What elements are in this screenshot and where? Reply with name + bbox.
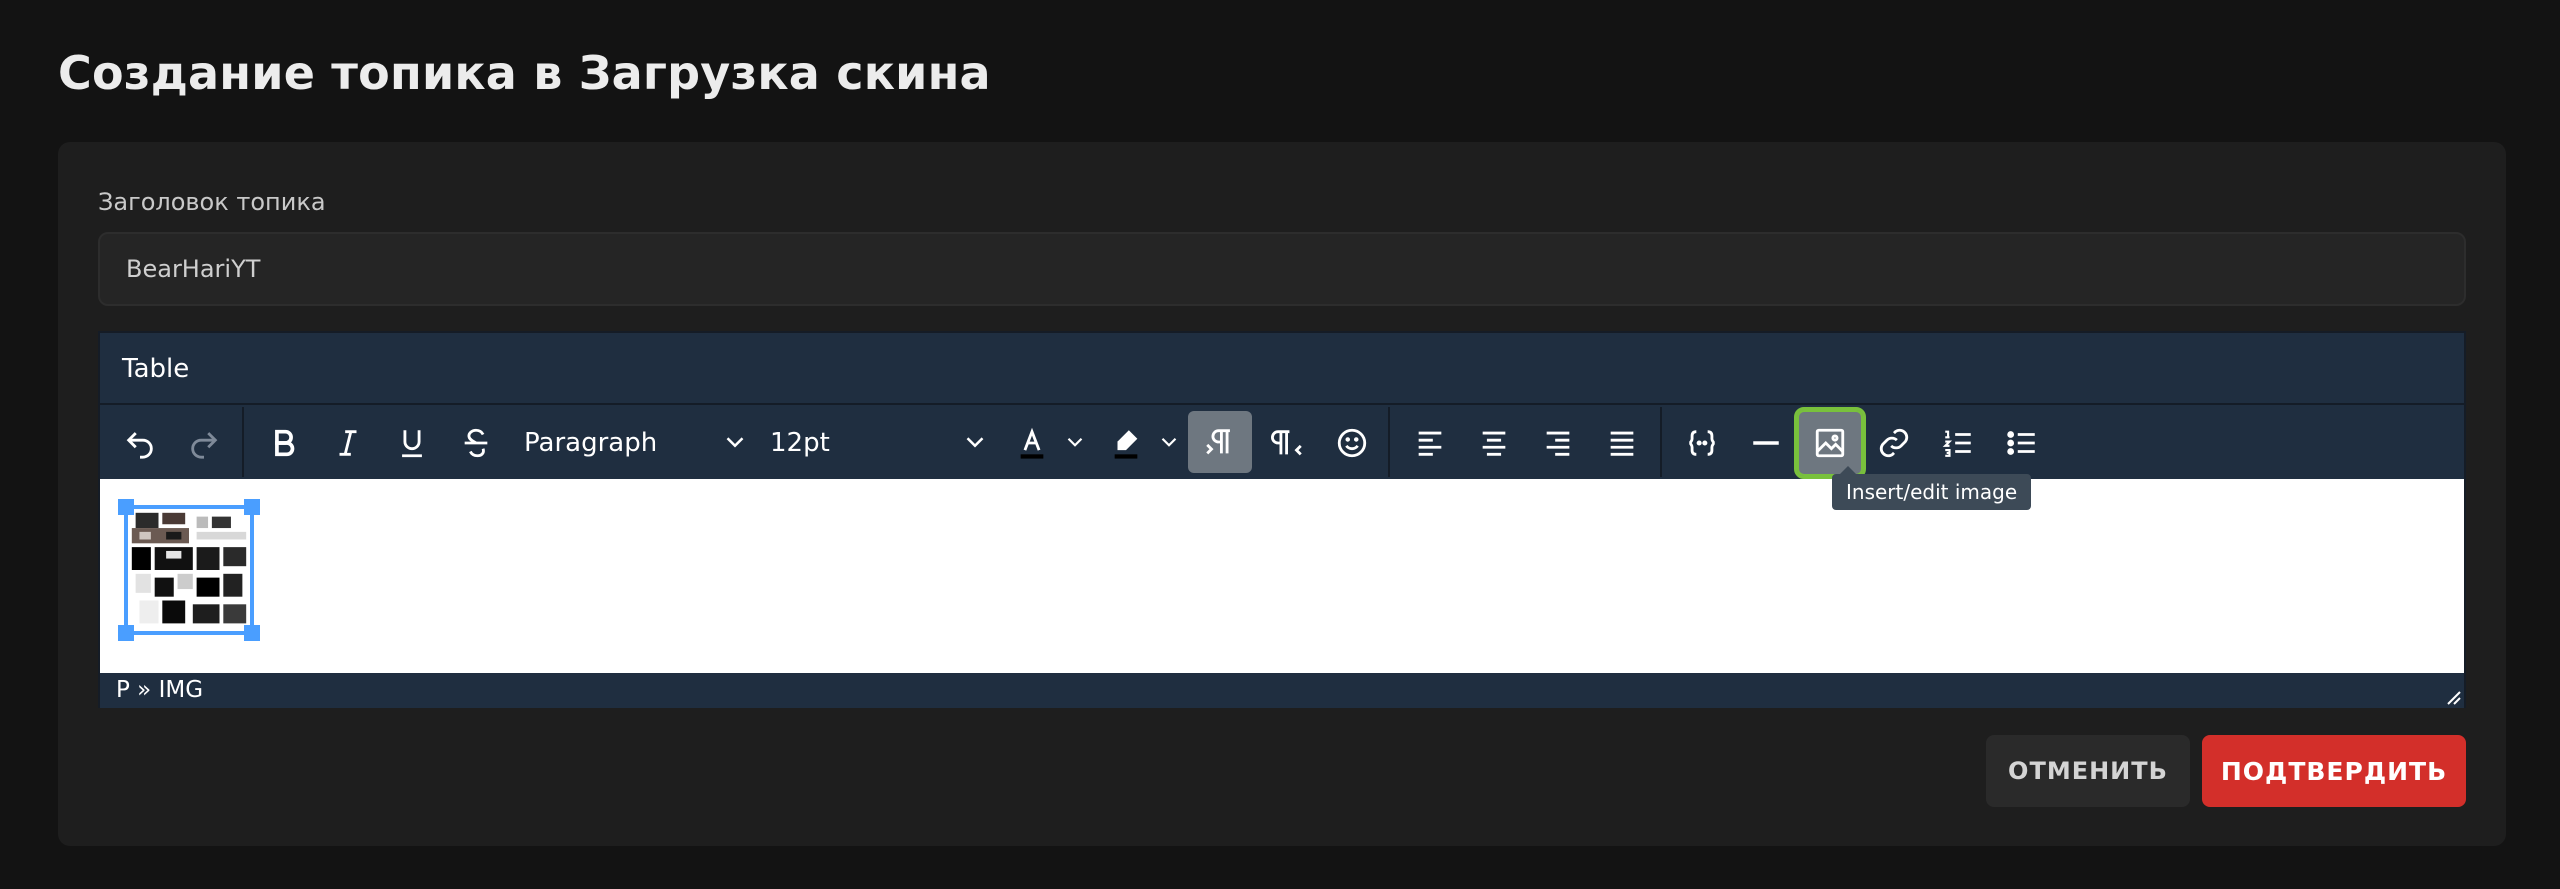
block-format-select[interactable]: Paragraph (524, 415, 750, 471)
bullet-list-button[interactable] (1994, 415, 2050, 471)
resize-handle-se[interactable] (244, 625, 260, 641)
chevron-down-icon[interactable] (1062, 427, 1088, 457)
resize-handle-nw[interactable] (118, 499, 134, 515)
align-left-icon (1418, 431, 1442, 456)
highlight-color-icon (1114, 430, 1138, 459)
resize-handle-ne[interactable] (244, 499, 260, 515)
numbered-list-icon (1942, 430, 1971, 457)
underline-button[interactable] (384, 415, 440, 471)
font-size-value: 12pt (770, 428, 830, 458)
align-left-button[interactable] (1402, 415, 1458, 471)
redo-icon (191, 432, 218, 459)
topic-form-card: Заголовок топика Table (58, 142, 2506, 846)
align-right-icon (1546, 431, 1570, 456)
editor-content-area[interactable] (100, 479, 2464, 673)
selected-skin-image[interactable] (118, 499, 260, 641)
emoji-icon (1337, 428, 1367, 458)
image-icon (1815, 428, 1845, 458)
confirm-button[interactable]: ПОДТВЕРДИТЬ (2202, 735, 2466, 807)
toolbar-separator (242, 407, 244, 477)
strikethrough-button[interactable] (448, 415, 504, 471)
insert-link-button[interactable] (1866, 415, 1922, 471)
align-justify-button[interactable] (1594, 415, 1650, 471)
editor-toolbar: Paragraph 12pt (100, 407, 2464, 479)
skin-texture-image (128, 509, 250, 631)
toolbar-separator (1388, 407, 1390, 477)
chevron-down-icon[interactable] (1156, 427, 1182, 457)
align-center-icon (1482, 431, 1506, 456)
chevron-down-icon (726, 437, 744, 448)
menu-table[interactable]: Table (122, 351, 189, 387)
link-icon (1879, 428, 1909, 458)
topic-title-input[interactable] (98, 232, 2466, 306)
underline-icon (402, 430, 422, 458)
editor-menubar: Table (100, 333, 2464, 405)
resize-handle-sw[interactable] (118, 625, 134, 641)
code-sample-button[interactable] (1674, 415, 1730, 471)
numbered-list-button[interactable] (1930, 415, 1986, 471)
element-path[interactable]: P » IMG (116, 675, 203, 705)
strikethrough-icon (464, 428, 488, 458)
undo-icon (126, 432, 153, 459)
font-size-select[interactable]: 12pt (770, 415, 990, 471)
editor-statusbar: P » IMG (100, 673, 2464, 708)
toolbar-separator (1660, 407, 1662, 477)
page-title: Создание топика в Загрузка скина (58, 46, 991, 100)
ltr-icon (1206, 429, 1230, 455)
align-right-button[interactable] (1530, 415, 1586, 471)
code-sample-icon (1688, 430, 1716, 456)
emoji-button[interactable] (1324, 415, 1380, 471)
italic-icon (339, 430, 357, 456)
topic-title-label: Заголовок топика (98, 188, 326, 216)
highlight-color-button[interactable] (1098, 415, 1154, 471)
rich-text-editor: Table Paragraph 12pt P » IMG (98, 331, 2466, 708)
rtl-icon (1271, 430, 1302, 456)
bullet-list-icon (2007, 431, 2035, 455)
image-button-tooltip: Insert/edit image (1832, 466, 2032, 510)
block-format-value: Paragraph (524, 428, 658, 458)
rtl-button[interactable] (1260, 415, 1316, 471)
cancel-button[interactable]: ОТМЕНИТЬ (1986, 735, 2190, 807)
redo-button[interactable] (176, 415, 232, 471)
resize-grip-icon[interactable] (2442, 686, 2462, 706)
horizontal-rule-icon (1753, 441, 1779, 445)
text-color-icon (1020, 427, 1044, 459)
chevron-down-icon (966, 437, 984, 448)
align-center-button[interactable] (1466, 415, 1522, 471)
align-justify-icon (1610, 431, 1634, 456)
ltr-button[interactable] (1188, 411, 1252, 473)
bold-button[interactable] (256, 415, 312, 471)
bold-icon (275, 429, 295, 457)
undo-button[interactable] (112, 415, 168, 471)
text-color-button[interactable] (1004, 415, 1060, 471)
horizontal-rule-button[interactable] (1738, 415, 1794, 471)
italic-button[interactable] (320, 415, 376, 471)
